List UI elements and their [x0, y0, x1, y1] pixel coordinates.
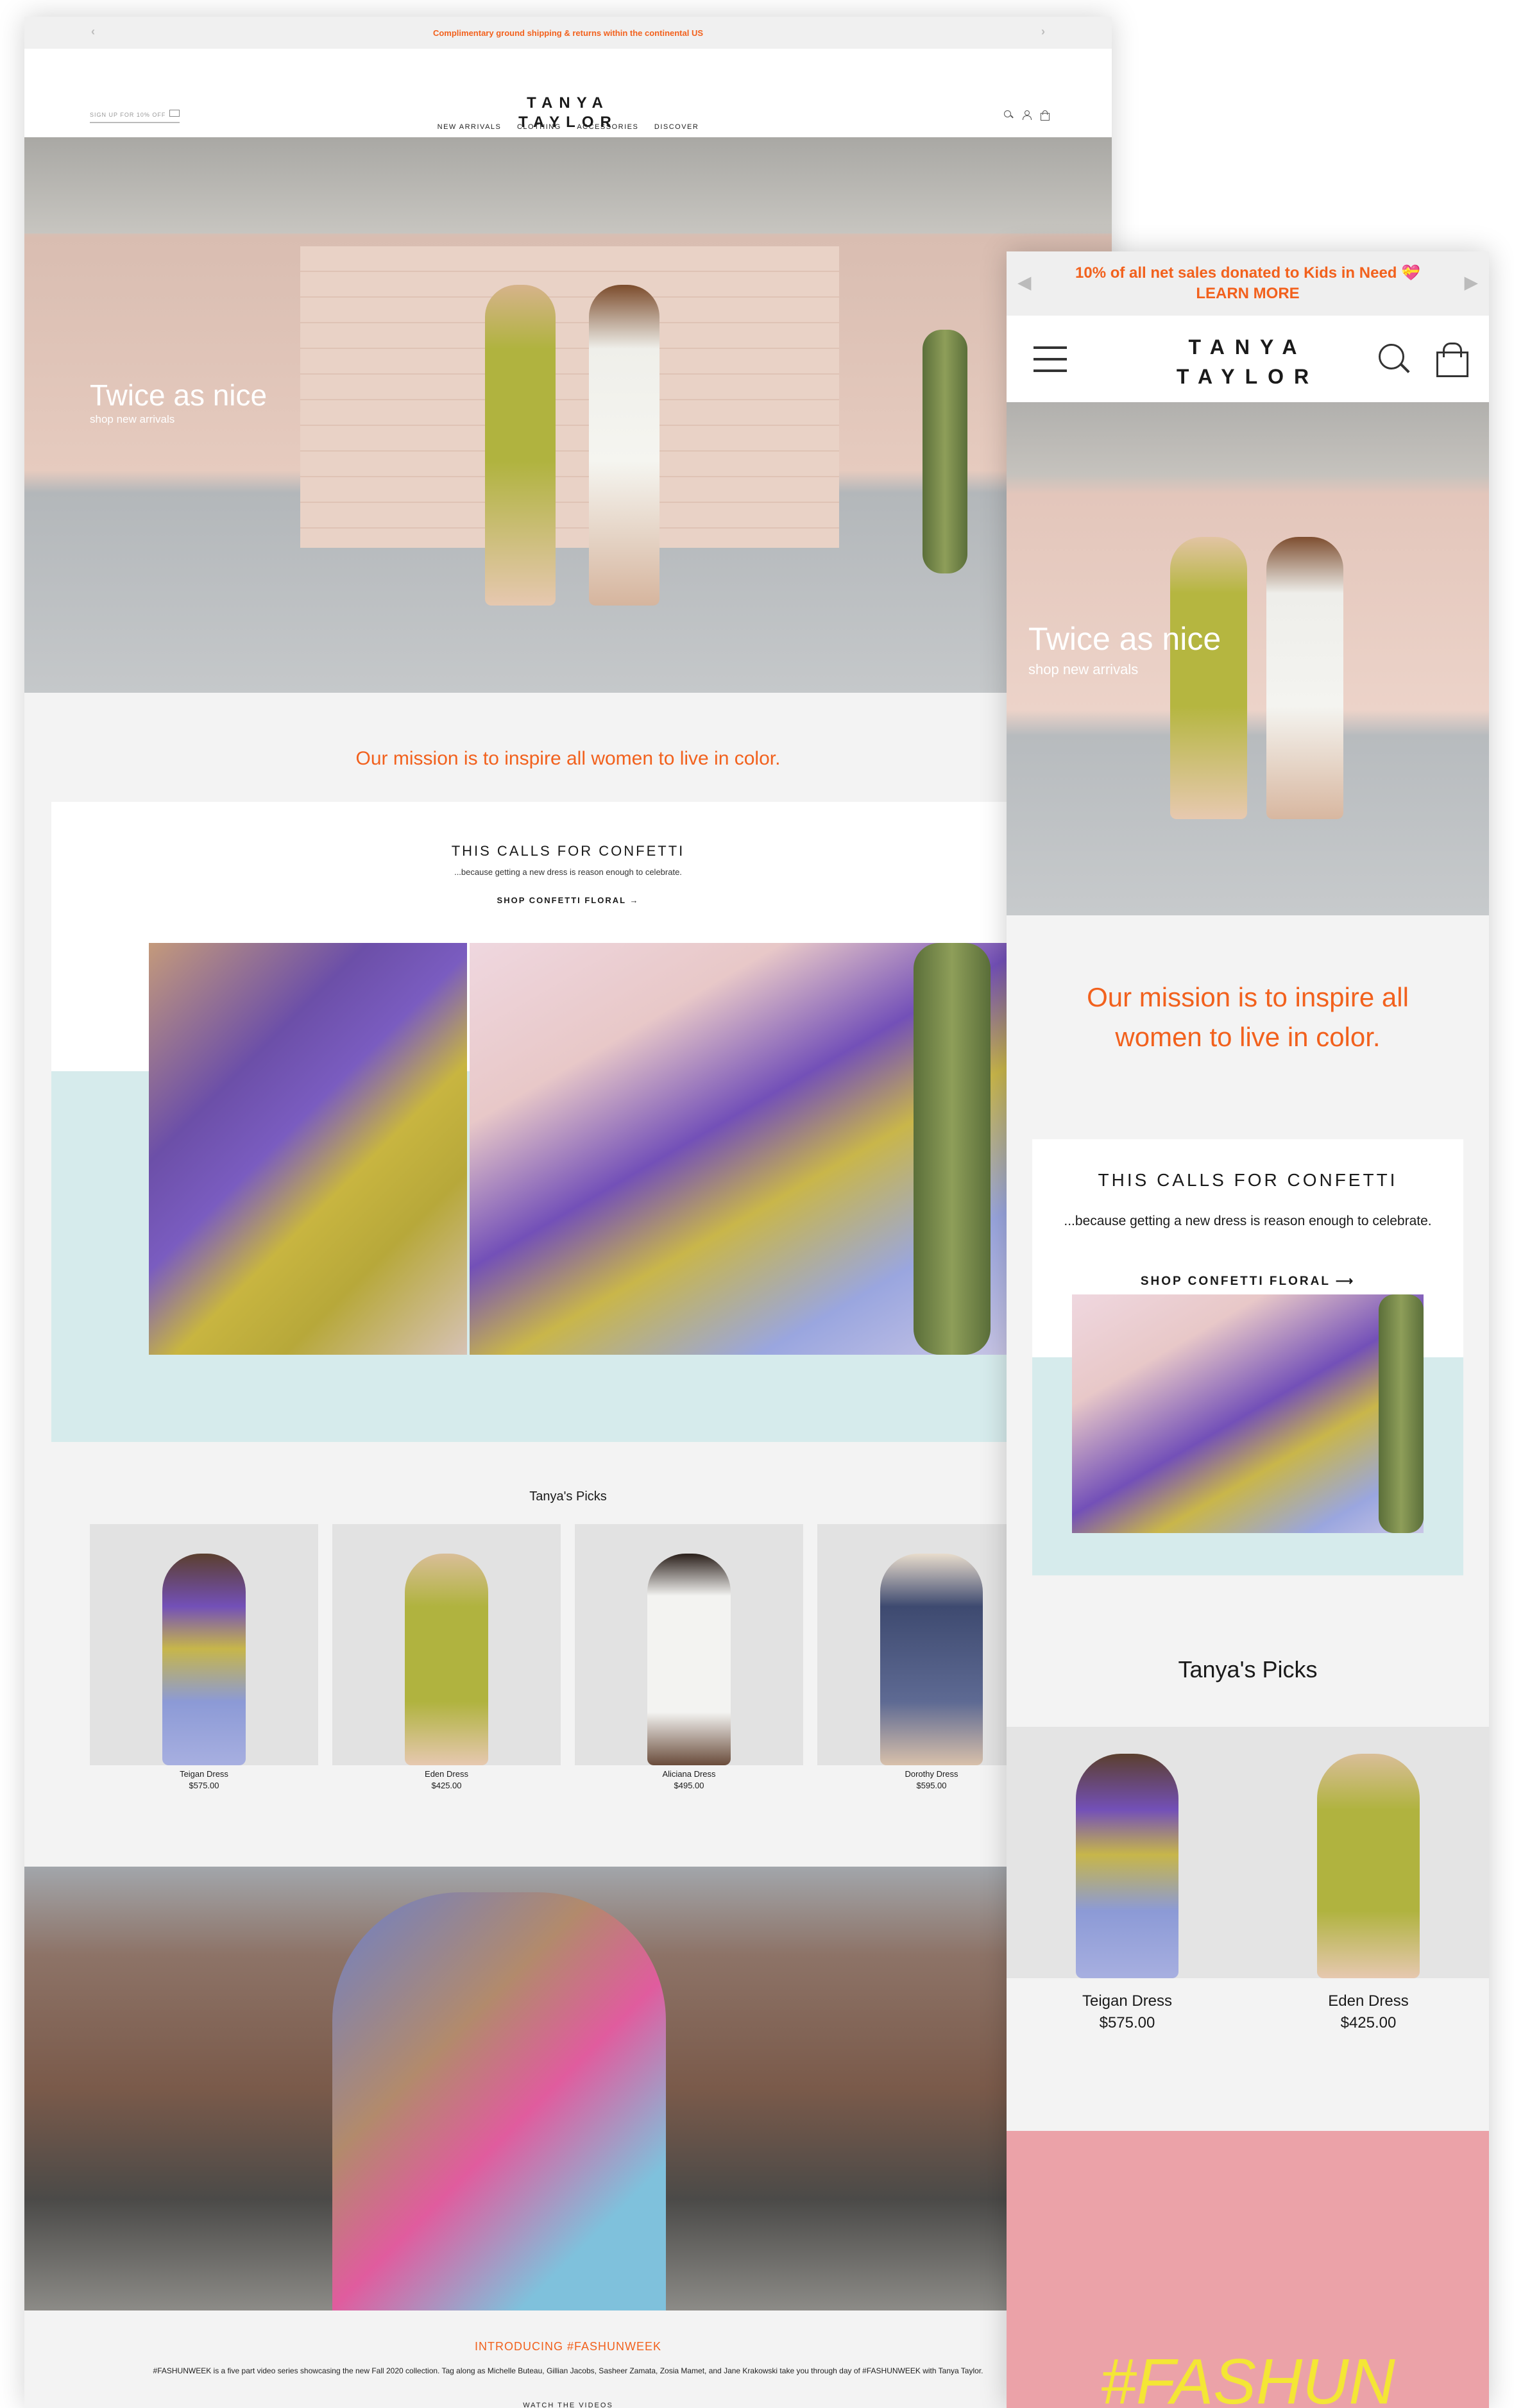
hero-subtitle[interactable]: shop new arrivals: [1028, 661, 1138, 678]
desktop-page: ‹ Complimentary ground shipping & return…: [24, 17, 1112, 2408]
mobile-logo[interactable]: TANYA TAYLOR: [1007, 332, 1489, 391]
hero-cactus: [923, 330, 967, 573]
cactus-image: [1379, 1294, 1424, 1533]
fashun-description: #FASHUNWEEK is a five part video series …: [153, 2366, 983, 2375]
product-name[interactable]: Eden Dress: [332, 1769, 561, 1779]
product-image[interactable]: [332, 1524, 561, 1765]
hero-overhang: [24, 137, 1112, 233]
account-icon[interactable]: [1022, 110, 1032, 120]
product-name[interactable]: Teigan Dress: [1007, 1992, 1248, 2010]
hero-title[interactable]: Twice as nice: [1028, 620, 1221, 657]
product-card[interactable]: [1007, 1727, 1248, 1978]
hero-model-left: [485, 285, 556, 606]
mission-statement: Our mission is to inspire all women to l…: [355, 748, 781, 769]
product-price: $575.00: [189, 1781, 219, 1790]
product-card[interactable]: Eden Dress $425.00: [332, 1524, 561, 1790]
promo-text: Complimentary ground shipping & returns …: [432, 28, 704, 38]
product-name[interactable]: Teigan Dress: [90, 1769, 318, 1779]
logo-line-2: TAYLOR: [1176, 365, 1320, 388]
promo-prev-arrow-icon[interactable]: ‹: [91, 25, 95, 38]
fashun-banner-text[interactable]: #FASHUN: [1007, 2345, 1489, 2408]
promo-next-arrow-icon[interactable]: ›: [1041, 25, 1045, 38]
product-price: $425.00: [1340, 2014, 1397, 2031]
search-icon[interactable]: [1004, 110, 1013, 119]
nav-accessories[interactable]: ACCESSORIES: [577, 123, 638, 131]
product-price: $425.00: [431, 1781, 462, 1790]
header-icons: [1004, 110, 1050, 121]
mobile-hero-banner[interactable]: Twice as nice shop new arrivals: [1007, 402, 1489, 915]
hero-model-right: [589, 285, 659, 606]
product-model: [1317, 1754, 1420, 1978]
confetti-subtitle: ...because getting a new dress is reason…: [1064, 1214, 1432, 1228]
confetti-title: THIS CALLS FOR CONFETTI: [451, 843, 685, 859]
watch-videos-link[interactable]: WATCH THE VIDEOS: [24, 2402, 1112, 2408]
nav-discover[interactable]: DISCOVER: [654, 123, 699, 131]
hero-model-right: [1266, 537, 1343, 819]
product-model: [1076, 1754, 1178, 1978]
learn-more-link[interactable]: LEARN MORE: [1007, 284, 1489, 304]
fashun-intro: INTRODUCING #FASHUNWEEK: [474, 2340, 662, 2353]
promo-prev-arrow-icon[interactable]: ◀: [1018, 272, 1031, 293]
picks-title: Tanya's Picks: [529, 1489, 607, 1504]
picks-title: Tanya's Picks: [1178, 1656, 1318, 1683]
product-card[interactable]: [1248, 1727, 1489, 1978]
mobile-promo-text: 10% of all net sales donated to Kids in …: [1075, 264, 1420, 282]
hero-garage-door: [300, 246, 839, 548]
product-model: [647, 1554, 731, 1765]
bag-icon[interactable]: [1436, 343, 1468, 377]
promo-bar: ‹ Complimentary ground shipping & return…: [24, 17, 1112, 49]
cactus-image: [914, 943, 991, 1355]
shop-confetti-link[interactable]: SHOP CONFETTI FLORAL →: [24, 895, 1112, 905]
logo-line-1: TANYA: [527, 94, 609, 112]
product-price: $495.00: [674, 1781, 704, 1790]
product-image[interactable]: [90, 1524, 318, 1765]
search-icon[interactable]: [1379, 344, 1409, 375]
product-image[interactable]: [575, 1524, 803, 1765]
promo-next-arrow-icon[interactable]: ▶: [1465, 272, 1477, 293]
mobile-page: ◀ 10% of all net sales donated to Kids i…: [1007, 251, 1489, 2408]
shop-confetti-link[interactable]: SHOP CONFETTI FLORAL ⟶: [1007, 1274, 1489, 1289]
bag-icon[interactable]: [1040, 110, 1050, 121]
confetti-photo-group[interactable]: [149, 943, 467, 1355]
logo-line-1: TANYA: [1188, 335, 1307, 359]
mobile-promo-bar: ◀ 10% of all net sales donated to Kids i…: [1007, 251, 1489, 316]
mobile-header: TANYA TAYLOR: [1007, 316, 1489, 402]
hero-banner[interactable]: Twice as nice shop new arrivals: [24, 137, 1112, 693]
confetti-subtitle: ...because getting a new dress is reason…: [454, 867, 682, 877]
fashun-model: [332, 1892, 666, 2310]
fashun-week-photo[interactable]: [24, 1867, 1112, 2310]
confetti-title: THIS CALLS FOR CONFETTI: [1098, 1170, 1398, 1190]
confetti-photo[interactable]: [1072, 1294, 1424, 1533]
hero-subtitle[interactable]: shop new arrivals: [90, 413, 174, 426]
product-card[interactable]: Teigan Dress $575.00: [90, 1524, 318, 1790]
product-model: [880, 1554, 983, 1765]
product-name[interactable]: Eden Dress: [1248, 1992, 1489, 2010]
nav-new-arrivals[interactable]: NEW ARRIVALS: [438, 123, 502, 131]
confetti-photo-single[interactable]: [470, 943, 1010, 1355]
mission-statement: Our mission is to inspire all women to l…: [1087, 982, 1409, 1052]
hero-title[interactable]: Twice as nice: [90, 378, 267, 412]
hero-model-left: [1170, 537, 1247, 819]
product-model: [405, 1554, 488, 1765]
product-price: $575.00: [1099, 2014, 1155, 2031]
product-name[interactable]: Aliciana Dress: [575, 1769, 803, 1779]
main-nav: NEW ARRIVALS CLOTHING ACCESSORIES DISCOV…: [24, 123, 1112, 131]
product-model: [162, 1554, 246, 1765]
product-card[interactable]: Aliciana Dress $495.00: [575, 1524, 803, 1790]
nav-clothing[interactable]: CLOTHING: [517, 123, 561, 131]
